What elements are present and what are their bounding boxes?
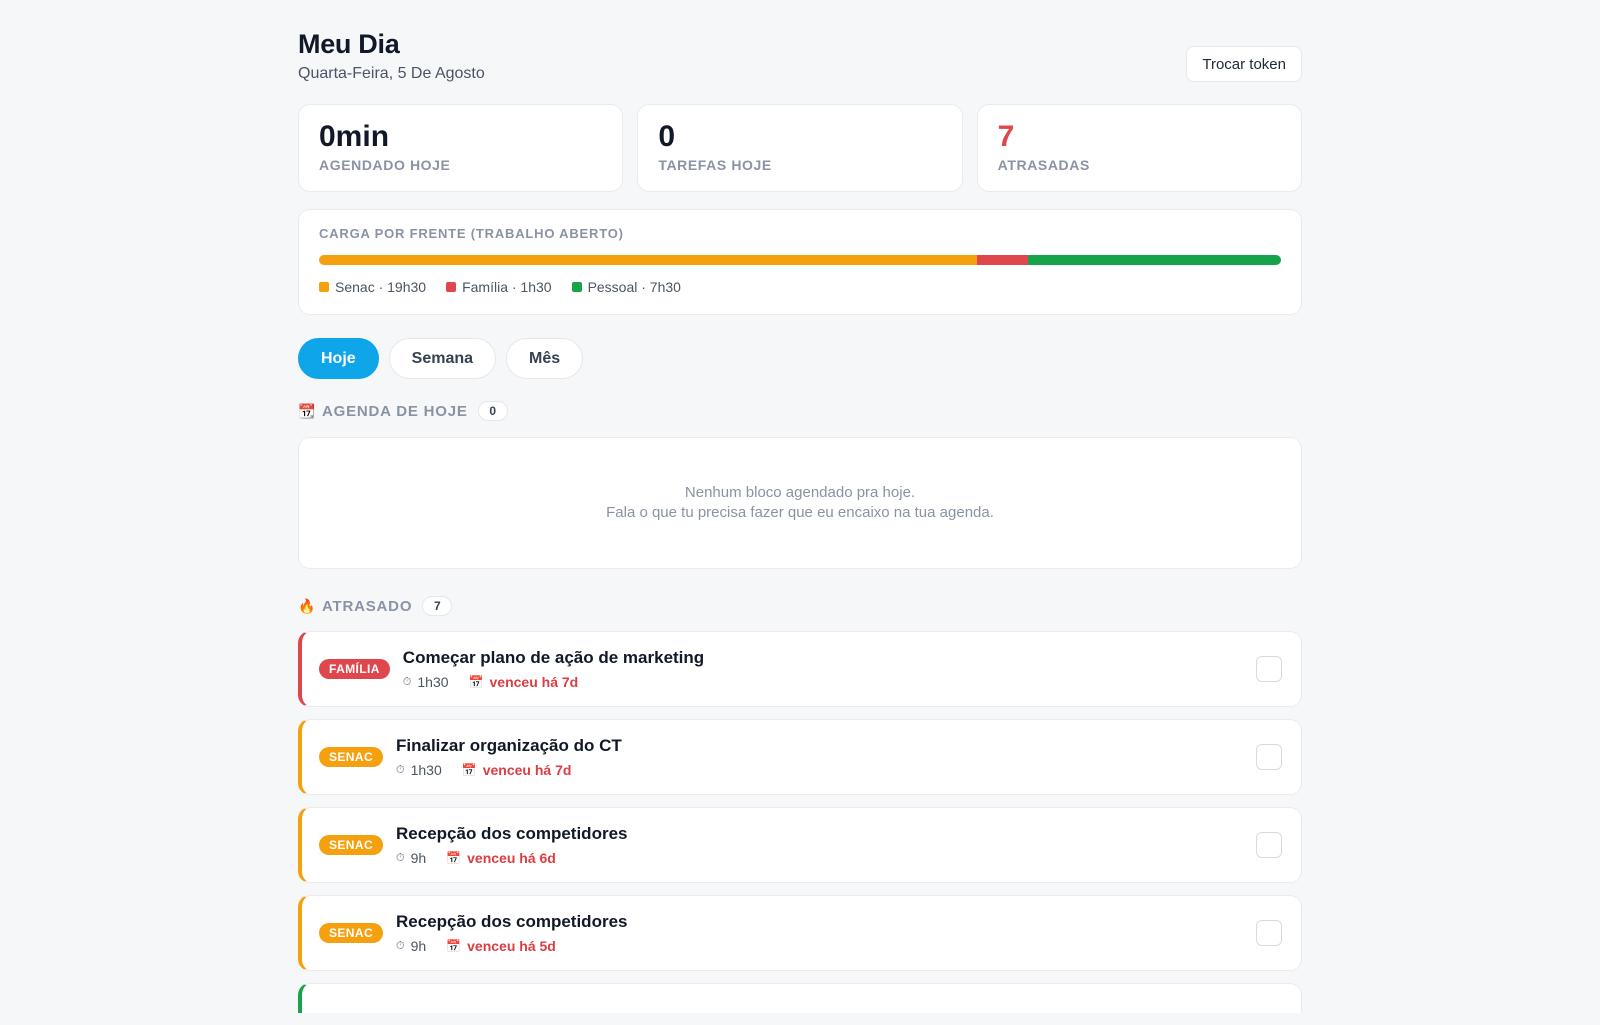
task-due: venceu há 6d (467, 850, 556, 866)
load-segment (1027, 255, 1281, 265)
load-segment (977, 255, 1028, 265)
task-card[interactable] (298, 983, 1302, 1013)
task-title: Recepção dos competidores (396, 912, 628, 931)
task-meta: ⏱ 9h 📅 venceu há 5d (396, 938, 627, 954)
calendar-icon: 📅 (446, 851, 462, 865)
load-segment (319, 255, 978, 265)
change-token-button[interactable]: Trocar token (1186, 46, 1302, 82)
legend-label: Senac · 19h30 (335, 279, 427, 295)
period-tabs: Hoje Semana Mês (298, 338, 584, 379)
task-checkbox[interactable] (1256, 744, 1282, 770)
load-legend: Senac · 19h30 Família · 1h30 Pessoal · 7h3… (319, 279, 1281, 295)
task-tag: SENAC (319, 747, 384, 767)
task-meta: ⏱ 9h 📅 venceu há 6d (396, 850, 627, 866)
task-card[interactable]: FAMÍLIA Começar plano de ação de marketin… (298, 631, 1302, 707)
overdue-task-list: FAMÍLIA Começar plano de ação de marketin… (298, 631, 1302, 1025)
load-by-front-card: CARGA POR FRENTE (TRABALHO ABERTO) Senac… (298, 209, 1302, 315)
count-badge: 0 (477, 401, 508, 421)
fire-icon: 🔥 (298, 597, 316, 614)
stat-value: 7 (997, 120, 1015, 153)
task-checkbox[interactable] (1256, 656, 1282, 682)
tab-week[interactable]: Semana (388, 338, 497, 379)
tab-today[interactable]: Hoje (298, 338, 379, 379)
empty-hint: Fala o que tu precisa fazer que eu encai… (606, 504, 994, 521)
section-title: AGENDA DE HOJE (322, 402, 468, 420)
task-duration: 9h (410, 938, 427, 954)
tab-month[interactable]: Mês (506, 338, 584, 379)
task-duration: 1h30 (417, 674, 449, 690)
section-title: ATRASADO (322, 597, 413, 615)
calendar-icon: 📅 (468, 675, 484, 689)
legend-item: Família · 1h30 (446, 279, 552, 295)
stat-card-tasks: 0 TAREFAS HOJE (637, 104, 963, 192)
clock-icon: ⏱ (396, 851, 405, 864)
load-title: CARGA POR FRENTE (TRABALHO ABERTO) (319, 226, 624, 241)
task-due: venceu há 7d (489, 674, 579, 690)
stat-card-scheduled: 0min AGENDADO HOJE (298, 104, 624, 192)
agenda-empty-state: Nenhum bloco agendado pra hoje. Fala o q… (298, 437, 1302, 569)
task-due: venceu há 5d (467, 938, 556, 954)
task-card[interactable]: SENAC Finalizar organização do CT ⏱ 1h30 📅 ve… (298, 719, 1302, 795)
count-badge: 7 (422, 596, 453, 616)
header: Meu Dia Quarta-Feira, 5 De Agosto Trocar… (298, 0, 1302, 104)
legend-item: Pessoal · 7h30 (571, 279, 681, 295)
clock-icon: ⏱ (402, 675, 412, 688)
page-container: Meu Dia Quarta-Feira, 5 De Agosto Trocar… (298, 0, 1302, 1013)
task-tag: SENAC (319, 923, 384, 943)
page-title: Meu Dia (298, 29, 400, 59)
legend-label: Pessoal · 7h30 (587, 279, 681, 295)
stat-label: TAREFAS HOJE (658, 157, 772, 173)
task-title: Finalizar organização do CT (396, 736, 622, 755)
stat-value: 0 (658, 120, 676, 153)
legend-label: Família · 1h30 (462, 279, 552, 295)
overdue-section-header: 🔥 ATRASADO 7 (298, 596, 453, 616)
calendar-icon: 📆 (298, 402, 316, 419)
load-bar (319, 255, 1281, 265)
task-duration: 1h30 (410, 762, 442, 778)
task-tag: FAMÍLIA (319, 659, 390, 679)
legend-dot (446, 282, 457, 292)
task-card[interactable]: SENAC Recepção dos competidores ⏱ 9h 📅 venceu… (298, 895, 1302, 971)
task-body: Recepção dos competidores ⏱ 9h 📅 venceu há 5… (396, 912, 627, 954)
agenda-section-header: 📆 AGENDA DE HOJE 0 (298, 401, 508, 421)
legend-dot (319, 282, 329, 292)
legend-dot (571, 282, 582, 292)
task-body: Começar plano de ação de marketing ⏱ 1h30 📅… (403, 648, 704, 690)
clock-icon: ⏱ (396, 939, 405, 952)
calendar-icon: 📅 (446, 939, 462, 953)
legend-item: Senac · 19h30 (319, 279, 426, 295)
stat-label: ATRASADAS (997, 157, 1090, 173)
page-subtitle: Quarta-Feira, 5 De Agosto (298, 65, 485, 82)
task-duration: 9h (410, 850, 427, 866)
stat-value: 0min (319, 120, 390, 153)
task-tag: SENAC (319, 835, 384, 855)
task-checkbox[interactable] (1256, 920, 1282, 946)
task-checkbox[interactable] (1256, 832, 1282, 858)
clock-icon: ⏱ (396, 763, 405, 776)
task-title: Começar plano de ação de marketing (402, 648, 705, 667)
task-title: Recepção dos competidores (396, 824, 628, 843)
task-body: Finalizar organização do CT ⏱ 1h30 📅 venceu … (396, 736, 622, 778)
task-card[interactable]: SENAC Recepção dos competidores ⏱ 9h 📅 venceu… (298, 807, 1302, 883)
stats-row: 0min AGENDADO HOJE 0 TAREFAS HOJE 7 ATRA… (298, 104, 1302, 192)
task-meta: ⏱ 1h30 📅 venceu há 7d (396, 762, 622, 778)
task-body: Recepção dos competidores ⏱ 9h 📅 venceu há 6… (396, 824, 627, 866)
stat-label: AGENDADO HOJE (319, 157, 451, 173)
calendar-icon: 📅 (461, 763, 477, 777)
empty-message: Nenhum bloco agendado pra hoje. (684, 484, 916, 501)
stat-card-overdue: 7 ATRASADAS (976, 104, 1302, 192)
task-meta: ⏱ 1h30 📅 venceu há 7d (403, 674, 704, 690)
task-due: venceu há 7d (482, 762, 572, 778)
